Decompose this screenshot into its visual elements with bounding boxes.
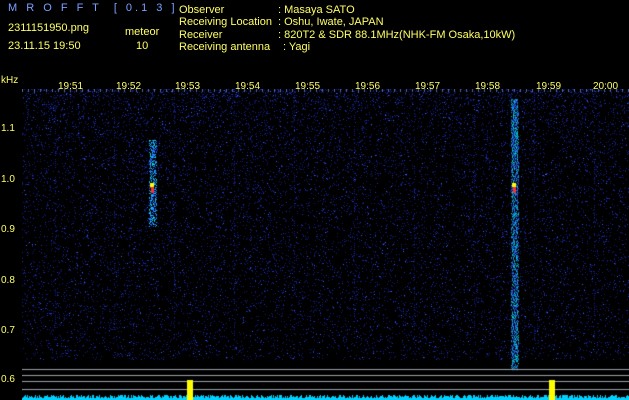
antenna-label: Receiving antenna <box>179 41 271 53</box>
spectrogram-canvas <box>22 89 629 400</box>
y-tick-label: 0.7 <box>1 325 15 336</box>
y-tick-label: 1.0 <box>1 174 15 185</box>
location-value: : Oshu, Iwate, JAPAN <box>278 16 384 28</box>
file-name: 2311151950.png <box>8 22 89 34</box>
meteor-label: meteor <box>125 26 160 38</box>
observer-value: : Masaya SATO <box>278 4 355 16</box>
meteor-count: 10 <box>136 40 149 52</box>
app-title: M R O F F T [ 0.1 3 ] <box>8 2 178 14</box>
antenna-value: : Yagi <box>283 41 311 53</box>
y-tick-label: 1.1 <box>1 123 15 134</box>
receiver-label: Receiver <box>179 29 223 41</box>
y-tick-label: 0.6 <box>1 374 15 385</box>
datetime: 23.11.15 19:50 <box>8 40 81 52</box>
y-tick-label: 0.8 <box>1 275 15 286</box>
y-tick-label: 0.9 <box>1 224 15 235</box>
observer-label: Observer <box>179 4 225 16</box>
y-unit-label: kHz <box>1 75 19 86</box>
receiver-value: : 820T2 & SDR 88.1MHz(NHK-FM Osaka,10kW) <box>278 29 516 41</box>
location-label: Receiving Location <box>179 16 272 28</box>
